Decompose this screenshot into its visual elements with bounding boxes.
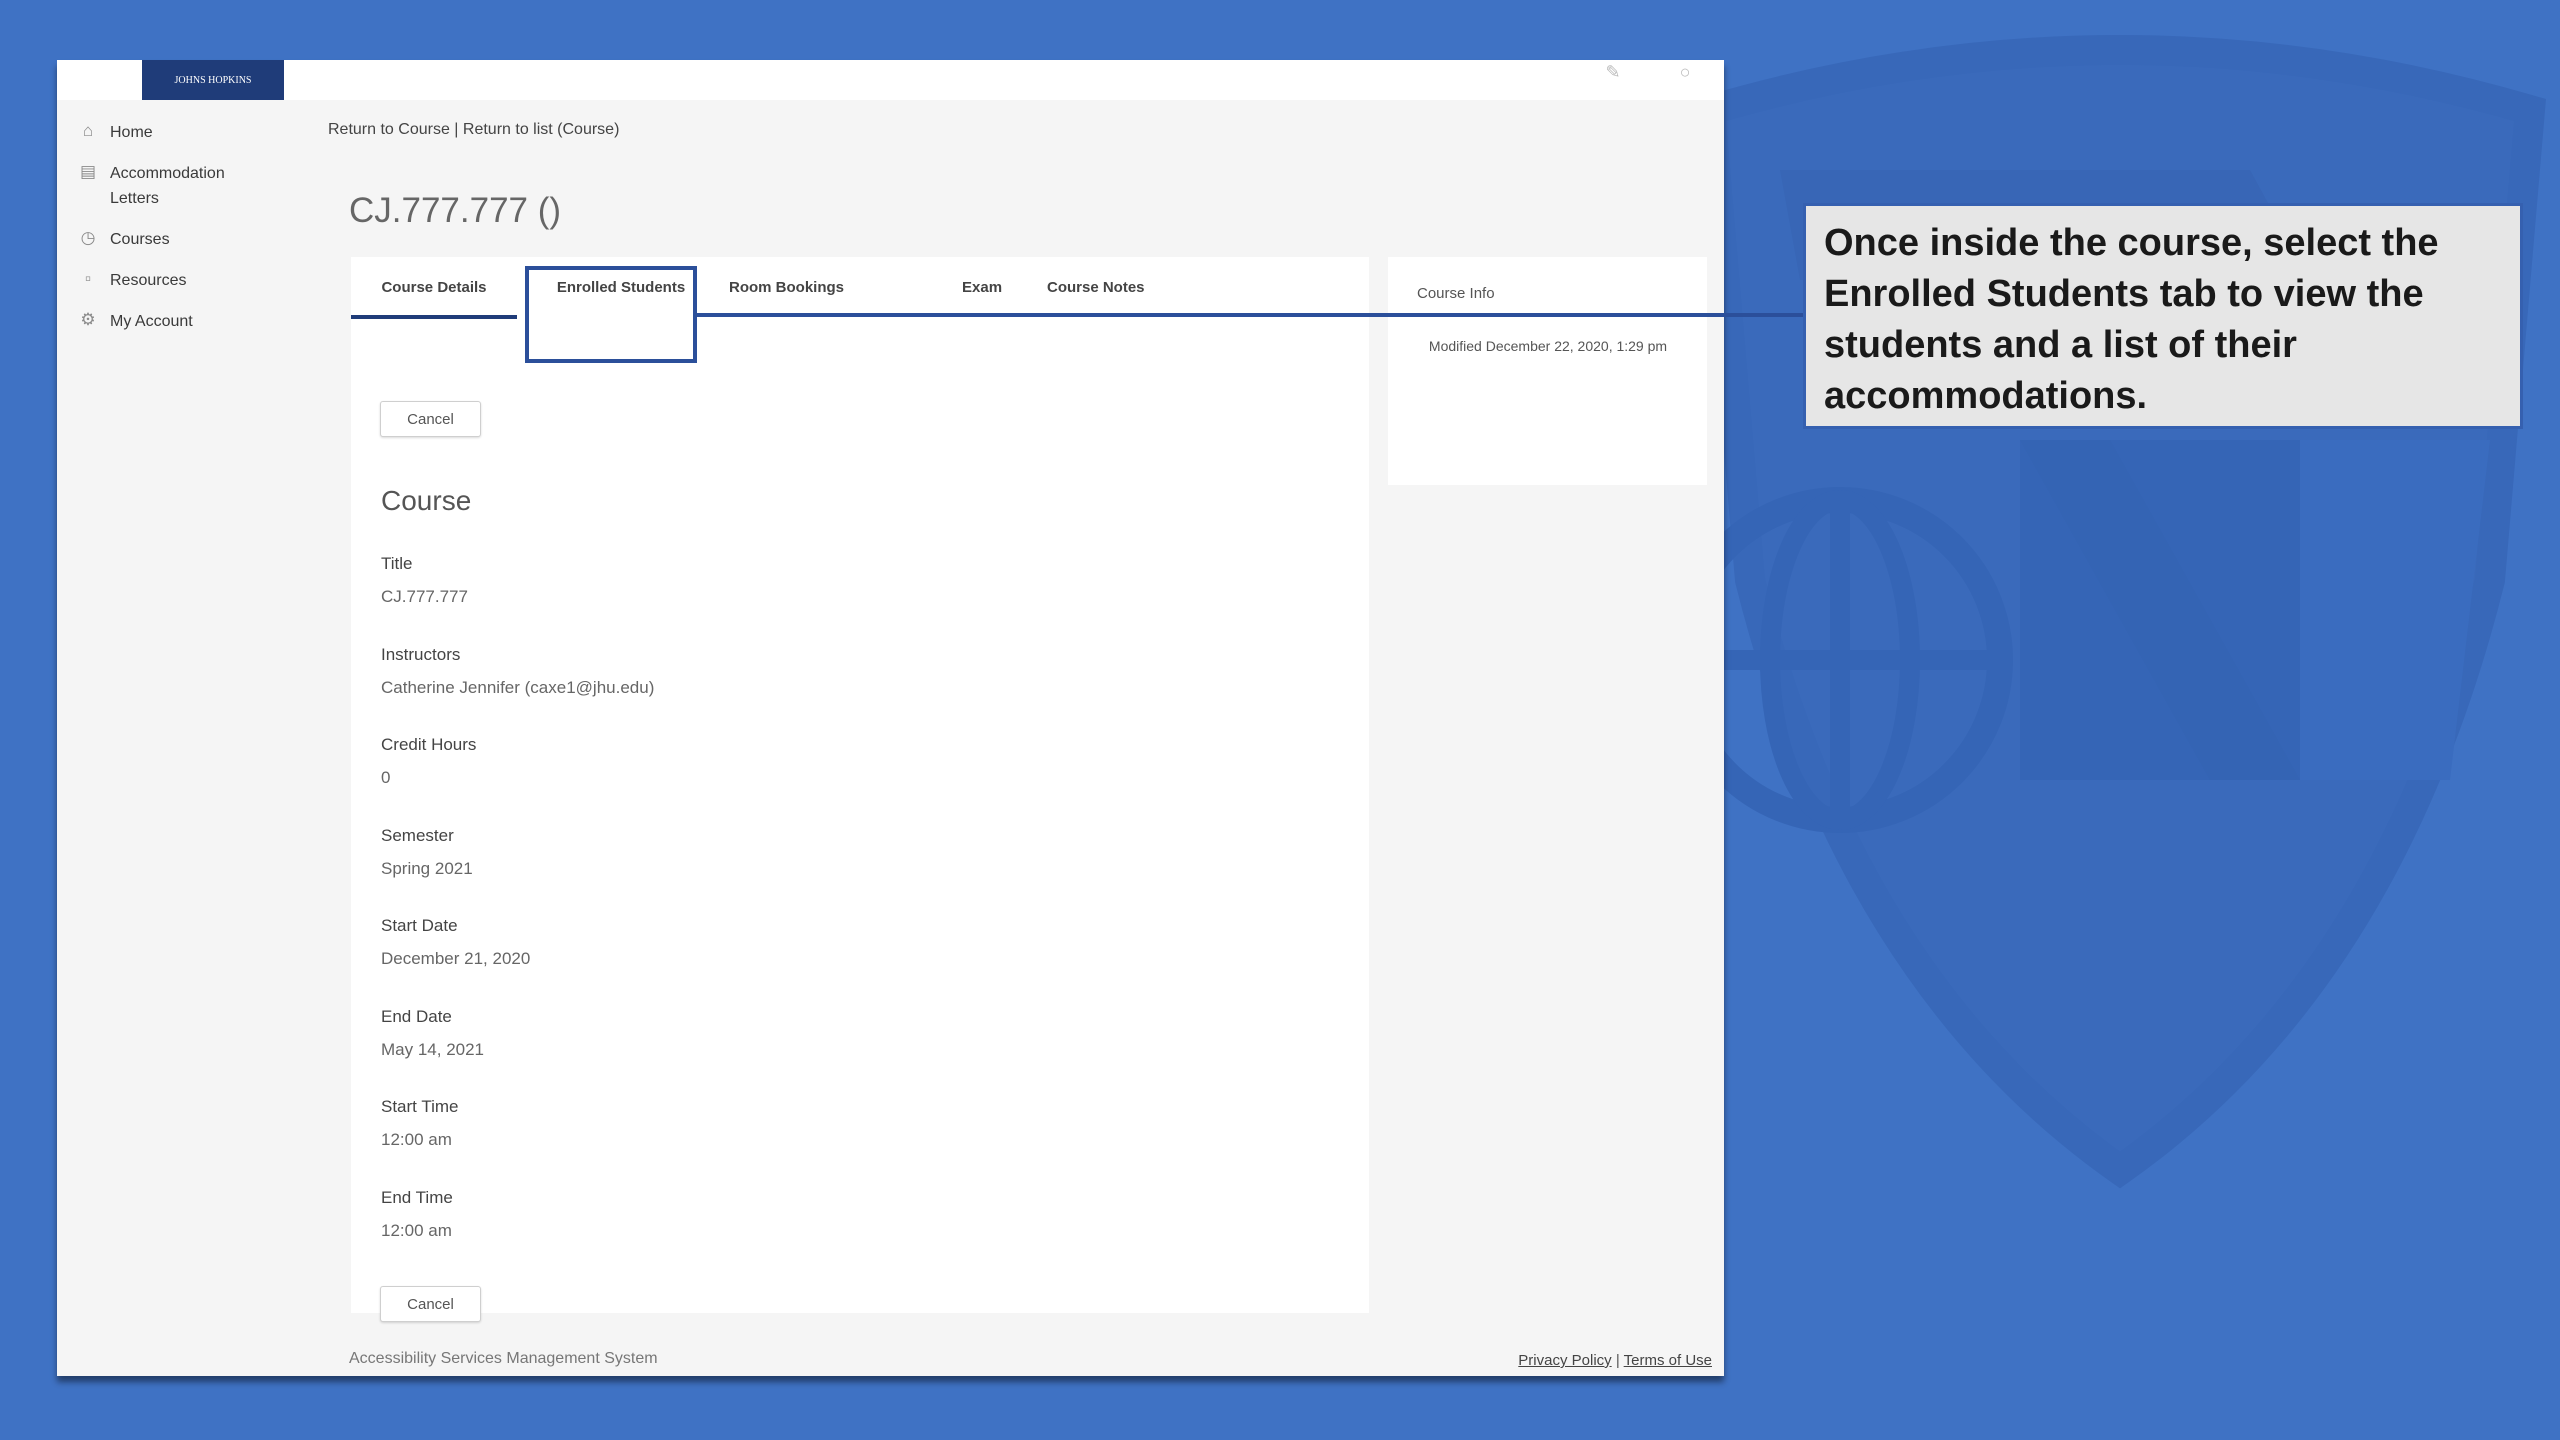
folder-icon: ▫ <box>84 269 92 288</box>
app-window: JOHNS HOPKINS ✎ ○ ⌂ Home ▤ Accommodation… <box>57 60 1724 1376</box>
callout-text: Once inside the course, select the Enrol… <box>1824 222 2439 417</box>
field-value: 12:00 am <box>381 1130 452 1149</box>
courses-icon: ◷ <box>80 228 96 247</box>
field-label: End Date <box>381 1006 452 1026</box>
field-value: Catherine Jennifer (caxe1@jhu.edu) <box>381 677 655 697</box>
field-end-time: End Time 12:00 am <box>381 1185 654 1276</box>
shield-watermark <box>1690 35 2546 1189</box>
tab-bar: Course Details Enrolled Students Room Bo… <box>351 257 1369 319</box>
course-info-card: Course Info Modified December 22, 2020, … <box>1388 257 1707 485</box>
sidebar-item-label: My Account <box>110 313 193 330</box>
field-credit-hours: Credit Hours 0 <box>381 732 654 823</box>
sidebar-item-label: Home <box>110 124 153 141</box>
tab-exam[interactable]: Exam <box>962 257 1002 319</box>
sidebar-item-label: Accommodation Letters <box>110 165 225 207</box>
return-to-list-link[interactable]: Return to list (Course) <box>463 121 620 138</box>
course-info-title: Course Info <box>1417 285 1495 302</box>
sidebar-item-my-account[interactable]: ⚙ My Account <box>57 309 307 334</box>
cancel-button[interactable]: Cancel <box>380 401 481 437</box>
sidebar-item-courses[interactable]: ◷ Courses <box>57 227 307 252</box>
instruction-callout: Once inside the course, select the Enrol… <box>1803 203 2523 429</box>
field-value: May 14, 2021 <box>381 1039 485 1059</box>
tab-room-bookings[interactable]: Room Bookings <box>729 257 844 319</box>
field-value: CJ.777.777 <box>381 587 468 606</box>
university-logo[interactable]: JOHNS HOPKINS <box>142 60 284 100</box>
course-fields: Title CJ.777.777 Instructors Catherine J… <box>381 551 654 1275</box>
field-end-date: End Date May 14, 2021 <box>381 1004 654 1095</box>
tab-course-details[interactable]: Course Details <box>351 257 517 319</box>
course-details-card: Course Details Enrolled Students Room Bo… <box>351 257 1369 1322</box>
gear-icon: ⚙ <box>80 310 96 329</box>
field-start-time: Start Time 12:00 am <box>381 1094 654 1185</box>
edit-icon[interactable]: ✎ <box>1593 60 1633 84</box>
page-title: CJ.777.777 () <box>349 191 562 231</box>
letter-icon: ▤ <box>79 162 97 181</box>
cancel-button[interactable]: Cancel <box>380 1286 481 1322</box>
sidebar-item-label: Courses <box>110 231 170 248</box>
sidebar-item-accommodation-letters[interactable]: ▤ Accommodation Letters <box>57 161 307 211</box>
breadcrumb: Return to Course | Return to list (Cours… <box>328 121 619 139</box>
field-label: Semester <box>381 825 454 845</box>
field-label: Start Time <box>381 1097 459 1116</box>
field-value: December 21, 2020 <box>381 949 531 968</box>
field-label: Title <box>381 554 413 573</box>
modified-timestamp: Modified December 22, 2020, 1:29 pm <box>1428 338 1668 354</box>
callout-connector-line <box>697 313 1805 317</box>
home-icon: ⌂ <box>82 121 94 140</box>
breadcrumb-separator: | <box>454 121 459 138</box>
user-menu-icon[interactable]: ○ <box>1665 60 1705 84</box>
field-label: Start Date <box>381 916 458 935</box>
field-instructors: Instructors Catherine Jennifer (caxe1@jh… <box>381 642 654 733</box>
sidebar-item-label: Resources <box>110 272 187 289</box>
sidebar: ⌂ Home ▤ Accommodation Letters ◷ Courses… <box>57 120 307 350</box>
field-value: Spring 2021 <box>381 858 473 878</box>
top-bar: JOHNS HOPKINS ✎ ○ <box>57 60 1724 100</box>
field-start-date: Start Date December 21, 2020 <box>381 913 654 1004</box>
tab-course-notes[interactable]: Course Notes <box>1047 257 1145 319</box>
field-semester: Semester Spring 2021 <box>381 823 654 914</box>
sidebar-item-home[interactable]: ⌂ Home <box>57 120 307 145</box>
footer-separator: | <box>1615 1352 1620 1369</box>
return-to-course-link[interactable]: Return to Course <box>328 121 450 138</box>
field-value: 0 <box>381 768 391 787</box>
section-heading: Course <box>381 485 472 516</box>
field-label: Instructors <box>381 644 461 664</box>
footer-links: Privacy Policy | Terms of Use <box>1518 1352 1712 1369</box>
svg-text:JOHNS HOPKINS: JOHNS HOPKINS <box>175 75 252 86</box>
terms-of-use-link[interactable]: Terms of Use <box>1624 1352 1712 1369</box>
sidebar-item-resources[interactable]: ▫ Resources <box>57 268 307 293</box>
footer-system-name: Accessibility Services Management System <box>349 1350 658 1367</box>
field-label: Credit Hours <box>381 735 477 754</box>
field-title: Title CJ.777.777 <box>381 551 654 642</box>
enrolled-students-highlight <box>525 266 697 363</box>
privacy-policy-link[interactable]: Privacy Policy <box>1518 1352 1611 1369</box>
field-label: End Time <box>381 1187 453 1207</box>
field-value: 12:00 am <box>381 1220 452 1240</box>
